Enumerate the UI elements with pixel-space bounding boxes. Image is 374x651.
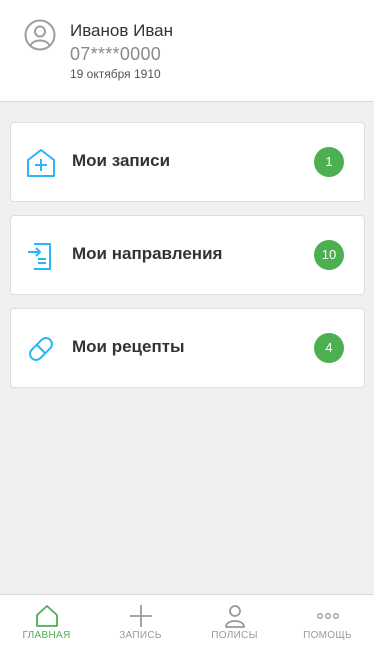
menu-item-appointments[interactable]: Мои записи 1: [10, 122, 365, 202]
plus-icon: [129, 605, 152, 627]
menu-item-label: Мои записи: [72, 151, 171, 170]
nav-help[interactable]: ПОМОЩЬ: [281, 595, 374, 651]
user-phone: 07****0000: [70, 44, 162, 64]
menu-item-prescriptions[interactable]: Мои рецепты 4: [10, 308, 365, 388]
user-birth-date: 19 октября 1910: [70, 67, 161, 81]
nav-label: ПОМОЩЬ: [303, 630, 352, 641]
menu-item-label: Мои рецепты: [72, 337, 185, 356]
profile-header[interactable]: Иванов Иван 07****0000 19 октября 1910: [0, 0, 374, 102]
document-arrow-icon: [28, 243, 51, 270]
user-avatar-icon: [24, 19, 56, 51]
nav-label: ЗАПИСЬ: [119, 630, 162, 641]
home-icon: [35, 605, 58, 627]
count-badge: 4: [314, 333, 344, 363]
count-badge: 1: [314, 147, 344, 177]
dots-icon: [316, 613, 339, 619]
nav-label: ГЛАВНАЯ: [22, 630, 71, 641]
user-name: Иванов Иван: [70, 21, 174, 40]
bottom-navigation: ГЛАВНАЯ ЗАПИСЬ ПОЛИСЫ ПОМОЩЬ: [0, 594, 374, 651]
nav-home[interactable]: ГЛАВНАЯ: [0, 595, 93, 651]
nav-label: ПОЛИСЫ: [211, 630, 258, 641]
nav-appointment[interactable]: ЗАПИСЬ: [94, 595, 187, 651]
menu-item-referrals[interactable]: Мои направления 10: [10, 215, 365, 295]
menu-item-label: Мои направления: [72, 244, 223, 263]
hospital-plus-icon: [27, 149, 55, 177]
nav-policies[interactable]: ПОЛИСЫ: [188, 595, 281, 651]
pill-icon: [29, 337, 53, 361]
person-icon: [224, 605, 245, 628]
count-badge: 10: [314, 240, 344, 270]
